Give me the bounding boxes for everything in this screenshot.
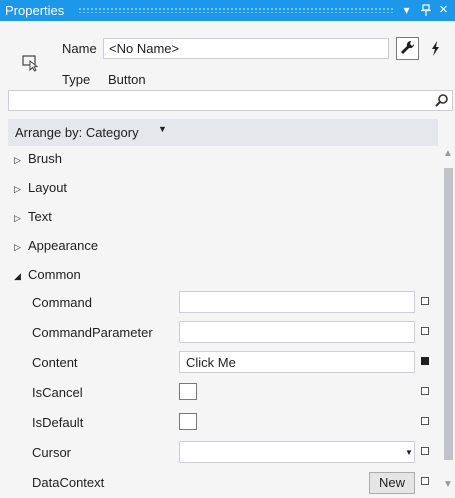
arrange-by-dropdown[interactable]: Arrange by: Category ▼ (8, 119, 438, 146)
pin-icon[interactable] (418, 2, 433, 18)
advanced-options-marker[interactable] (421, 417, 429, 425)
advanced-options-marker[interactable] (421, 297, 429, 305)
advanced-options-marker[interactable] (421, 357, 429, 365)
cursor-dropdown[interactable] (179, 441, 415, 463)
scroll-down-icon[interactable]: ▼ (443, 479, 453, 490)
window-position-dropdown-icon[interactable]: ▾ (399, 2, 414, 18)
advanced-options-marker[interactable] (421, 477, 429, 485)
property-label: DataContext (32, 475, 105, 490)
chevron-down-icon[interactable]: ▼ (405, 448, 413, 457)
advanced-options-marker[interactable] (421, 327, 429, 335)
type-label: Type (62, 72, 91, 87)
category-brush[interactable]: ▷ Brush (14, 149, 62, 169)
command-input[interactable] (179, 291, 415, 313)
is-cancel-checkbox[interactable] (179, 383, 197, 400)
content-input[interactable]: Click Me (179, 351, 415, 373)
panel-titlebar[interactable]: Properties ▾ × (0, 0, 455, 21)
properties-view-button[interactable] (396, 37, 419, 60)
category-layout[interactable]: ▷ Layout (14, 178, 67, 198)
advanced-options-marker[interactable] (421, 387, 429, 395)
is-default-checkbox[interactable] (179, 413, 197, 430)
close-icon[interactable]: × (436, 2, 451, 18)
property-label: IsDefault (32, 415, 84, 430)
expand-triangle-icon: ▷ (14, 184, 21, 194)
collapse-triangle-icon: ◢ (14, 271, 21, 281)
events-view-button[interactable] (424, 37, 447, 60)
property-search-input[interactable] (8, 90, 453, 111)
advanced-options-marker[interactable] (421, 447, 429, 455)
element-selector-icon[interactable] (22, 54, 40, 72)
arrange-by-label: Arrange by: Category (15, 125, 139, 140)
expand-triangle-icon: ▷ (14, 155, 21, 165)
name-label: Name (62, 41, 97, 56)
properties-panel: Properties ▾ × Name <No Name> Type Butto… (0, 0, 455, 498)
chevron-down-icon: ▼ (158, 124, 167, 134)
category-text[interactable]: ▷ Text (14, 207, 52, 227)
expand-triangle-icon: ▷ (14, 213, 21, 223)
scrollbar-thumb[interactable] (444, 168, 453, 460)
new-datacontext-button[interactable]: New (369, 472, 415, 494)
category-appearance[interactable]: ▷ Appearance (14, 236, 98, 256)
name-field[interactable]: <No Name> (103, 38, 389, 59)
expand-triangle-icon: ▷ (14, 242, 21, 252)
property-label: CommandParameter (32, 325, 153, 340)
type-value: Button (108, 72, 146, 87)
property-label: Content (32, 355, 78, 370)
lightning-icon (432, 41, 439, 56)
drag-grip[interactable] (78, 7, 393, 13)
command-parameter-input[interactable] (179, 321, 415, 343)
panel-title: Properties (5, 3, 65, 18)
wrench-icon (401, 40, 415, 54)
property-label: IsCancel (32, 385, 83, 400)
scroll-up-icon[interactable]: ▲ (443, 148, 453, 159)
search-icon[interactable] (434, 93, 449, 108)
property-label: Cursor (32, 445, 72, 460)
category-common[interactable]: ◢ Common (14, 265, 81, 285)
property-label: Command (32, 295, 92, 310)
